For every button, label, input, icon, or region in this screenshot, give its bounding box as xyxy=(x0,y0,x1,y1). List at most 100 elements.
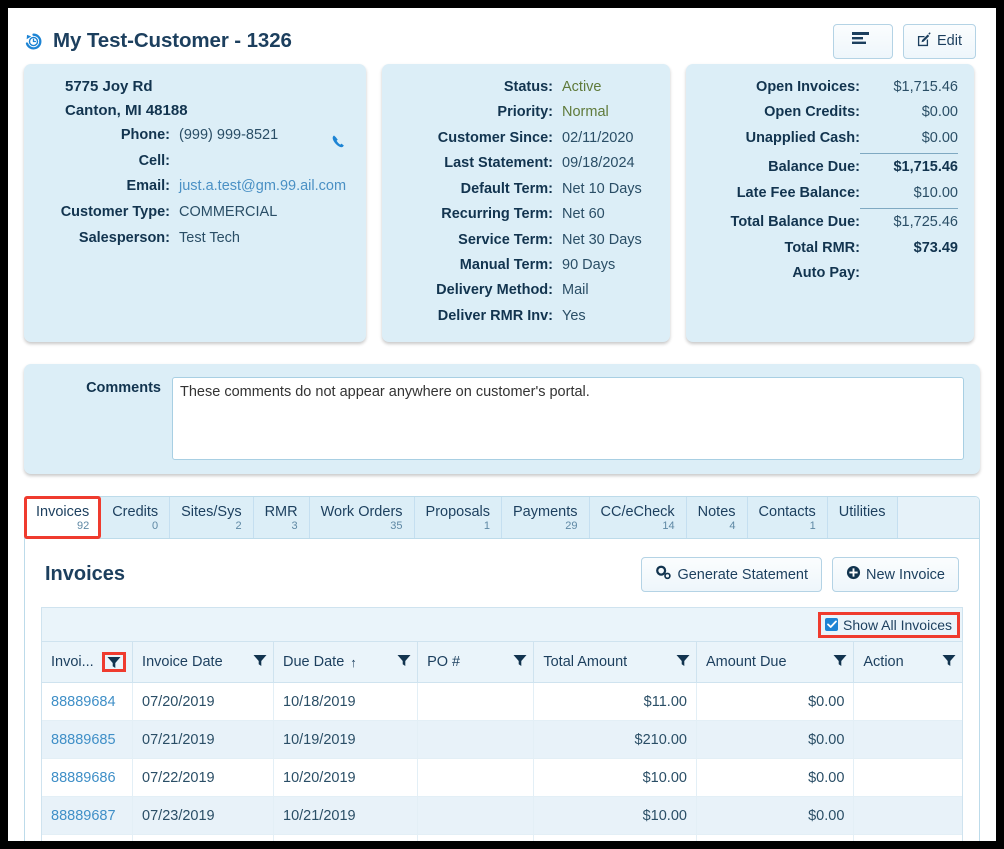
tab-label: Invoices xyxy=(36,504,90,521)
table-row[interactable]: 88889686 07/22/2019 10/20/2019 $10.00 $0… xyxy=(42,758,962,798)
cell-action xyxy=(853,758,962,798)
invoice-link[interactable]: 88889686 xyxy=(51,770,116,786)
tab-contacts[interactable]: Contacts 1 xyxy=(747,497,828,539)
field-row: Manual Term: 90 Days xyxy=(398,256,654,274)
field-label: Late Fee Balance: xyxy=(736,184,860,201)
filter-funnel-icon-action[interactable] xyxy=(938,654,956,671)
customer-info-card: Status: Active Priority: Normal Customer… xyxy=(382,64,670,343)
cell-invoice: 88889684 xyxy=(42,682,134,722)
field-label: Customer Since: xyxy=(437,129,553,146)
filter-funnel-icon-total-amount[interactable] xyxy=(672,654,690,671)
cell-invoice-date: 07/22/2019 xyxy=(132,758,275,798)
table-header-row: Invoi... Invoice Date Due Date ↑ PO # To… xyxy=(42,642,962,684)
email-link[interactable]: just.a.test@gm.99.ail.com xyxy=(170,177,346,195)
phone-handset-icon[interactable] xyxy=(331,134,346,154)
field-label: Recurring Term: xyxy=(441,206,553,223)
cell-invoice: 88889685 xyxy=(42,720,134,760)
column-label: Invoice Date xyxy=(142,654,223,671)
column-header-invoice-date[interactable]: Invoice Date xyxy=(132,642,275,684)
generate-statement-label: Generate Statement xyxy=(677,566,809,583)
cell-action xyxy=(853,682,962,722)
invoice-link[interactable]: 88889684 xyxy=(51,694,116,710)
tab-label: Contacts xyxy=(758,504,816,521)
new-invoice-button[interactable]: New Invoice xyxy=(832,557,959,593)
field-row: Delivery Method: Mail xyxy=(398,281,654,299)
tab-count: 35 xyxy=(390,520,403,533)
edit-button[interactable]: Edit xyxy=(903,23,976,59)
grid-toolbar: Show All Invoices xyxy=(42,608,962,643)
cell-po xyxy=(417,834,535,841)
field-row: Late Fee Balance: $10.00 xyxy=(702,184,958,202)
table-row[interactable]: 88889687 07/23/2019 10/21/2019 $10.00 $0… xyxy=(42,796,962,836)
filter-funnel-icon-amount-due[interactable] xyxy=(829,654,847,671)
comments-section: Comments xyxy=(24,364,980,475)
invoices-header: Invoices Generate Statement New Invoice xyxy=(25,539,979,602)
cell-po xyxy=(417,720,535,760)
table-row[interactable]: 88889684 07/20/2019 10/18/2019 $11.00 $0… xyxy=(42,682,962,722)
tab-invoices[interactable]: Invoices 92 xyxy=(24,496,102,540)
invoice-link[interactable]: 88889685 xyxy=(51,732,116,748)
field-label: Default Term: xyxy=(460,180,553,197)
field-row: Phone: (999) 999-8521 xyxy=(40,126,350,144)
filter-funnel-icon-invoice[interactable] xyxy=(102,652,127,673)
filter-funnel-icon-po[interactable] xyxy=(509,654,527,671)
tab-sites-sys[interactable]: Sites/Sys 2 xyxy=(170,497,254,539)
cell-action xyxy=(853,834,962,841)
column-header-due-date[interactable]: Due Date ↑ xyxy=(273,642,419,684)
table-row[interactable]: 88889694 01/01/2020 01/01/2020 $100.00 $… xyxy=(42,834,962,841)
generate-statement-button[interactable]: Generate Statement xyxy=(641,557,823,593)
field-label: Open Invoices: xyxy=(756,79,860,95)
field-label: Cell: xyxy=(138,152,170,169)
field-label: Auto Pay: xyxy=(792,264,860,281)
customer-tab-panel: Invoices 92 Credits 0 Sites/Sys 2 RMR 3 … xyxy=(24,496,980,841)
invoices-section-title: Invoices xyxy=(45,563,126,586)
total-balance-due-value: $1,725.46 xyxy=(860,208,958,231)
invoice-link[interactable]: 88889687 xyxy=(51,808,116,824)
field-value: 02/11/2020 xyxy=(562,129,634,146)
filter-funnel-icon-due-date[interactable] xyxy=(393,654,411,671)
column-label: Invoi... xyxy=(51,654,94,671)
checkbox-checked-icon[interactable] xyxy=(825,618,839,632)
page-title: My Test-Customer - 1326 xyxy=(53,29,292,52)
tab-cc-echeck[interactable]: CC/eCheck 14 xyxy=(589,497,687,539)
tab-proposals[interactable]: Proposals 1 xyxy=(414,497,503,539)
tab-label: Notes xyxy=(697,504,736,521)
tab-bar: Invoices 92 Credits 0 Sites/Sys 2 RMR 3 … xyxy=(24,496,979,540)
column-header-total-amount[interactable]: Total Amount xyxy=(533,642,697,684)
tab-notes[interactable]: Notes 4 xyxy=(686,497,748,539)
cell-amount-due: $0.00 xyxy=(696,796,855,836)
field-value: $1,715.46 xyxy=(893,79,958,95)
filter-funnel-icon-invoice-date[interactable] xyxy=(249,654,267,671)
tab-count: 0 xyxy=(152,520,159,533)
tab-credits[interactable]: Credits 0 xyxy=(101,497,171,539)
column-header-amount-due[interactable]: Amount Due xyxy=(696,642,855,684)
column-label: Due Date xyxy=(283,654,345,671)
tab-rmr[interactable]: RMR 3 xyxy=(253,497,310,539)
field-row: Total Balance Due: $1,725.46 xyxy=(702,208,958,231)
tab-count: 14 xyxy=(662,520,675,533)
column-header-action[interactable]: Action xyxy=(853,642,962,684)
tab-payments[interactable]: Payments 29 xyxy=(502,497,590,539)
column-header-po[interactable]: PO # xyxy=(417,642,535,684)
field-row: Salesperson: Test Tech xyxy=(40,229,350,247)
list-view-button[interactable] xyxy=(833,23,893,59)
cell-amount-due: $0.00 xyxy=(696,834,855,841)
column-header-invoice[interactable]: Invoi... xyxy=(42,642,134,684)
comments-input[interactable] xyxy=(172,377,964,461)
tab-label: RMR xyxy=(264,504,298,521)
total-rmr-value: $73.49 xyxy=(913,239,958,256)
cell-action xyxy=(853,720,962,760)
show-all-invoices-toggle[interactable]: Show All Invoices xyxy=(818,611,960,638)
financial-summary-card: Open Invoices: $1,715.46 Open Credits: $… xyxy=(686,64,974,343)
table-row[interactable]: 88889685 07/21/2019 10/19/2019 $210.00 $… xyxy=(42,720,962,760)
cell-amount-due: $0.00 xyxy=(696,682,855,722)
field-value: 09/18/2024 xyxy=(562,155,635,172)
field-value: Test Tech xyxy=(179,229,240,246)
tab-utilities[interactable]: Utilities xyxy=(827,497,898,539)
page-header: My Test-Customer - 1326 Edit xyxy=(8,8,996,64)
field-row: Unapplied Cash: $0.00 xyxy=(702,129,958,147)
address-city-state-zip: Canton, MI 48188 xyxy=(65,102,188,119)
cell-due-date: 10/21/2019 xyxy=(273,796,419,836)
tab-work-orders[interactable]: Work Orders 35 xyxy=(309,497,415,539)
field-label: Customer Type: xyxy=(60,203,170,220)
